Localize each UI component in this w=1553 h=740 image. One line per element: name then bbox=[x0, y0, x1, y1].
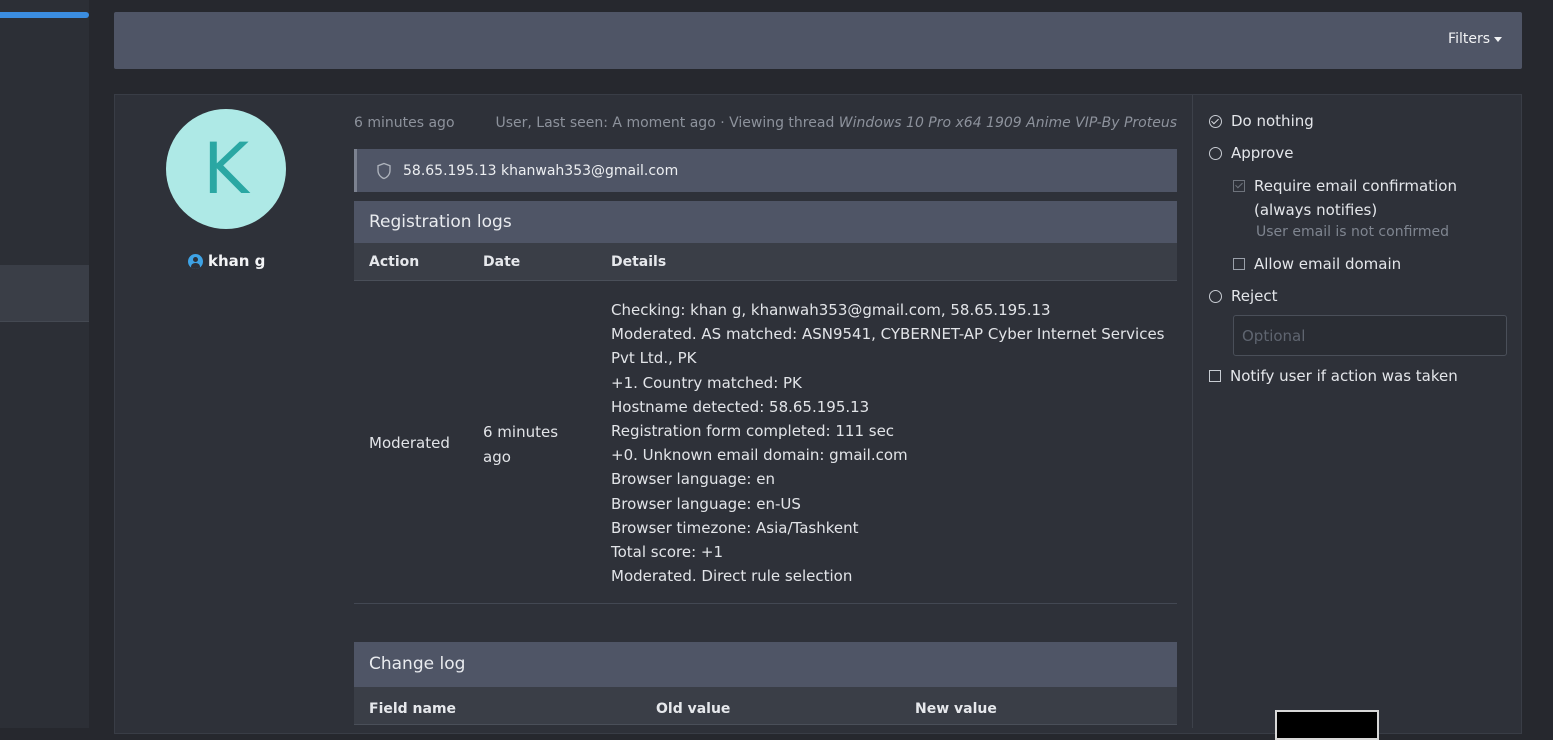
user-activity-status: User, Last seen: A moment ago · Viewing … bbox=[495, 115, 1177, 131]
option-reject[interactable]: Reject bbox=[1209, 287, 1278, 305]
detail-line: Browser language: en bbox=[611, 470, 775, 489]
registration-time: 6 minutes ago bbox=[354, 115, 455, 131]
detail-line: Registration form completed: 111 sec bbox=[611, 422, 895, 441]
left-sidebar bbox=[0, 0, 89, 728]
reject-reason-input[interactable] bbox=[1233, 315, 1507, 356]
detail-line: Checking: khan g, khanwah353@gmail.com, … bbox=[611, 301, 1051, 319]
filter-bar: Filters bbox=[114, 12, 1522, 69]
option-require-email[interactable]: Require email confirmation (always notif… bbox=[1233, 176, 1503, 222]
table-row: Moderated 6 minutes ago Checking: khan g… bbox=[354, 281, 1177, 604]
option-do-nothing[interactable]: Do nothing bbox=[1209, 112, 1314, 130]
detail-line: Browser timezone: Asia/Tashkent bbox=[611, 518, 859, 537]
sidebar-active-indicator bbox=[0, 12, 89, 18]
checkbox-checked-icon[interactable] bbox=[1233, 180, 1245, 192]
filters-button[interactable]: Filters bbox=[1448, 31, 1502, 47]
option-label: Approve bbox=[1231, 144, 1294, 162]
change-log-header: Field name Old value New value bbox=[354, 687, 1177, 725]
option-label: Do nothing bbox=[1231, 112, 1314, 130]
detail-line: Hostname detected: 58.65.195.13 bbox=[611, 397, 870, 416]
caret-down-icon bbox=[1494, 36, 1502, 42]
action-panel: Do nothing Approve Require email confirm… bbox=[1192, 95, 1521, 728]
column-action: Action bbox=[369, 254, 420, 270]
checkbox-icon[interactable] bbox=[1233, 258, 1245, 270]
option-label: Require email confirmation (always notif… bbox=[1254, 177, 1457, 219]
ip-email-text: 58.65.195.13 khanwah353@gmail.com bbox=[403, 162, 679, 179]
viewing-thread-link[interactable]: Windows 10 Pro x64 1909 Anime VIP-By Pro… bbox=[839, 115, 1177, 131]
detail-line: Moderated. AS matched: ASN9541, CYBERNET… bbox=[611, 325, 1165, 368]
row-details: Checking: khan g, khanwah353@gmail.com, … bbox=[611, 298, 1171, 588]
detail-line: Total score: +1 bbox=[611, 543, 724, 562]
detail-line: +1. Country matched: PK bbox=[611, 373, 802, 392]
option-label: Notify user if action was taken bbox=[1230, 367, 1458, 385]
radio-icon[interactable] bbox=[1209, 146, 1222, 160]
shield-icon bbox=[377, 162, 391, 179]
option-allow-domain[interactable]: Allow email domain bbox=[1233, 255, 1401, 273]
option-approve[interactable]: Approve bbox=[1209, 144, 1293, 162]
sidebar-item-active[interactable] bbox=[0, 265, 89, 322]
ip-email-box: 58.65.195.13 khanwah353@gmail.com bbox=[354, 149, 1177, 192]
filters-label: Filters bbox=[1448, 31, 1490, 47]
option-label: Reject bbox=[1231, 287, 1278, 305]
option-notify[interactable]: Notify user if action was taken bbox=[1209, 367, 1458, 385]
radio-icon[interactable] bbox=[1209, 289, 1222, 303]
user-circle-icon bbox=[188, 253, 203, 269]
username-link[interactable]: khan g bbox=[188, 252, 265, 270]
detail-line: Browser language: en-US bbox=[611, 494, 801, 513]
option-label: Allow email domain bbox=[1254, 255, 1402, 273]
avatar[interactable]: K bbox=[166, 109, 286, 229]
overlay-box bbox=[1275, 710, 1379, 740]
column-field-name: Field name bbox=[369, 701, 457, 717]
username-text: khan g bbox=[208, 252, 266, 270]
row-date: 6 minutes ago bbox=[483, 423, 559, 466]
checkbox-icon[interactable] bbox=[1209, 370, 1221, 382]
column-details: Details bbox=[611, 254, 667, 270]
detail-line: Moderated. Direct rule selection bbox=[611, 567, 853, 586]
radio-checked-icon[interactable] bbox=[1209, 114, 1222, 128]
column-date: Date bbox=[483, 254, 521, 270]
registration-logs-title: Registration logs bbox=[354, 201, 1177, 243]
column-new-value: New value bbox=[915, 701, 997, 717]
row-action: Moderated bbox=[369, 434, 450, 452]
registration-logs-header: Action Date Details bbox=[354, 243, 1177, 281]
detail-line: +0. Unknown email domain: gmail.com bbox=[611, 446, 908, 465]
email-hint: User email is not confirmed bbox=[1256, 224, 1450, 240]
activity-prefix: User, Last seen: A moment ago · Viewing … bbox=[495, 115, 835, 131]
column-old-value: Old value bbox=[656, 701, 731, 717]
change-log-title: Change log bbox=[354, 642, 1177, 687]
